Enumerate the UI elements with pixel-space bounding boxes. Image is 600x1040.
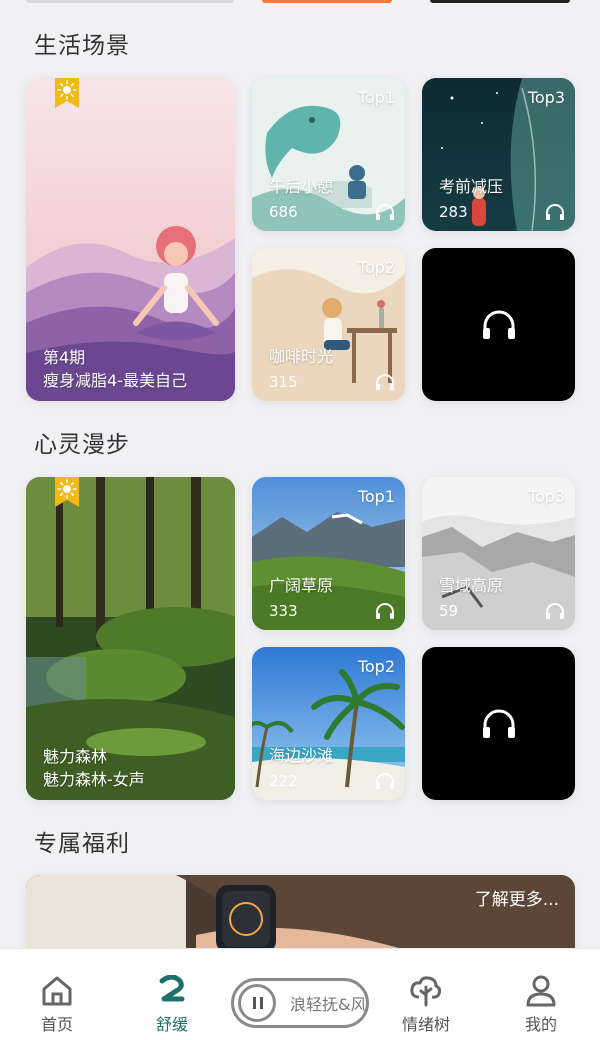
screen: 生活场景 第4期 瘦身减脂4-最美自己 Top1 午后小憩 686 Top3 考… [0, 0, 600, 1040]
play-count: 315 [269, 373, 298, 391]
featured-card-slim[interactable]: 第4期 瘦身减脂4-最美自己 [26, 78, 235, 401]
nav-home[interactable]: 首页 [12, 949, 102, 1040]
profile-icon [526, 975, 556, 1007]
headphones-icon [546, 204, 564, 220]
section-title-soul-walk: 心灵漫步 [34, 432, 130, 458]
more-audio-card[interactable] [422, 647, 575, 800]
featured-name: 魅力森林-女声 [43, 770, 145, 789]
featured-episode: 第4期 [43, 348, 86, 367]
nav-mood-tree-label: 情绪树 [401, 1015, 450, 1034]
headphones-icon [376, 204, 394, 220]
play-count: 222 [269, 772, 298, 790]
featured-card-forest[interactable]: 魅力森林 魅力森林-女声 [26, 477, 235, 800]
nav-home-label: 首页 [40, 1015, 73, 1034]
headphones-icon [376, 374, 394, 390]
featured-name: 瘦身减脂4-最美自己 [43, 371, 187, 390]
home-icon [42, 976, 72, 1006]
card-coffee-time[interactable]: Top2 咖啡时光 315 [252, 248, 405, 401]
now-playing-title: 浪轻抚&风 [290, 995, 367, 1014]
learn-more-link[interactable]: 了解更多... [475, 885, 559, 910]
card-title: 午后小憩 [269, 177, 334, 196]
card-exam-relief[interactable]: Top3 考前减压 283 [422, 78, 575, 231]
sun-bookmark-icon [55, 477, 79, 507]
card-snow-plateau[interactable]: Top3 雪域高原 59 [422, 477, 575, 630]
section-title-benefits: 专属福利 [34, 831, 130, 857]
rank-badge: Top3 [527, 88, 565, 107]
play-count: 283 [439, 203, 468, 221]
mood-tree-icon [410, 976, 442, 1007]
card-title: 海边沙滩 [269, 746, 334, 765]
soothe-icon [159, 975, 185, 1002]
card-grassland[interactable]: Top1 广阔草原 333 [252, 477, 405, 630]
nav-soothe-label: 舒缓 [155, 1015, 188, 1034]
card-title: 咖啡时光 [269, 347, 334, 366]
nav-me[interactable]: 我的 [496, 949, 586, 1040]
play-count: 59 [439, 602, 459, 620]
card-title: 考前减压 [439, 177, 504, 196]
play-count: 333 [269, 602, 298, 620]
nav-me-label: 我的 [524, 1015, 557, 1034]
featured-episode: 魅力森林 [43, 747, 108, 766]
sun-bookmark-icon [55, 78, 79, 108]
rank-badge: Top2 [357, 258, 395, 277]
rank-badge: Top1 [357, 487, 395, 506]
nav-soothe[interactable]: 舒缓 [127, 949, 217, 1040]
rank-badge: Top1 [357, 88, 395, 107]
headphones-icon [482, 709, 515, 738]
card-afternoon-nap[interactable]: Top1 午后小憩 686 [252, 78, 405, 231]
headphones-icon [376, 603, 394, 619]
play-count: 686 [269, 203, 298, 221]
card-beach[interactable]: Top2 海边沙滩 222 [252, 647, 405, 800]
more-audio-card[interactable] [422, 248, 575, 401]
section-title-life-scene: 生活场景 [34, 33, 130, 59]
rank-badge: Top2 [357, 657, 395, 676]
scrolled-card-edges [0, 0, 600, 4]
headphones-icon [546, 603, 564, 619]
headphones-icon [376, 773, 394, 789]
pause-icon[interactable] [238, 984, 276, 1022]
headphones-icon [482, 310, 515, 339]
rank-badge: Top3 [527, 487, 565, 506]
mini-player[interactable]: 浪轻抚&风 [231, 978, 369, 1028]
nav-mood-tree[interactable]: 情绪树 [381, 949, 471, 1040]
card-title: 雪域高原 [439, 576, 504, 595]
card-title: 广阔草原 [269, 576, 334, 595]
